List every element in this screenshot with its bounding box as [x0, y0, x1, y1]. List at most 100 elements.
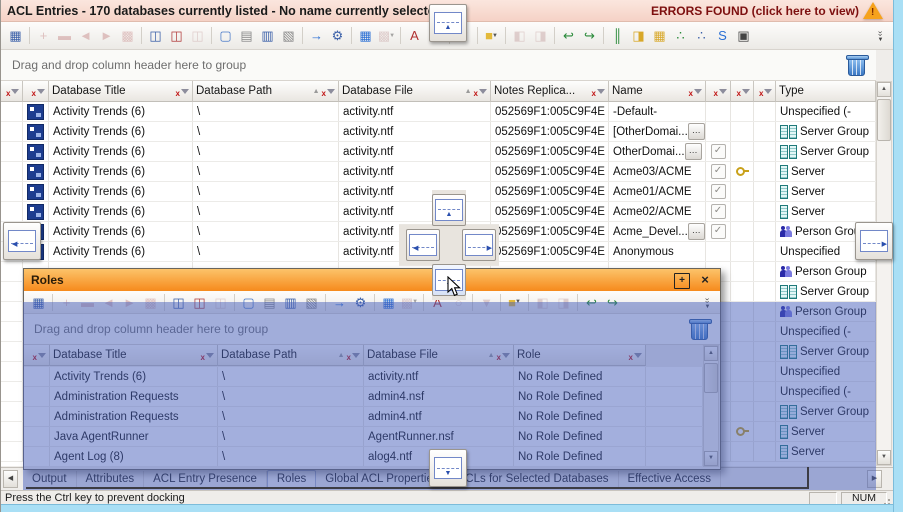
acl-entry-row[interactable]: Activity Trends (6)\activity.ntf052569F1…	[1, 102, 876, 122]
main-header-col8[interactable]: x	[731, 81, 754, 102]
scroll-thumb[interactable]	[877, 99, 891, 141]
cell-key	[731, 202, 754, 221]
cell-checkbox: ✓	[706, 162, 731, 181]
main-header-notes-replica[interactable]: Notes Replica...x	[491, 81, 609, 102]
tab-scroll-left-button[interactable]: ◀	[3, 470, 18, 488]
toggle-columns-icon[interactable]: ║	[607, 26, 628, 46]
grid-view-icon[interactable]: ▦	[355, 26, 376, 46]
main-vertical-scrollbar[interactable]: ▲ ▼	[876, 81, 892, 466]
table-properties-icon[interactable]: ▦	[5, 26, 26, 46]
dock-guide-left[interactable]: ◀	[3, 222, 41, 260]
copy-icon[interactable]: ▤	[236, 26, 257, 46]
flow-icon[interactable]: S	[712, 26, 733, 46]
checkbox-checked[interactable]: ✓	[711, 204, 726, 219]
acl-entry-row[interactable]: Activity Trends (6)\activity.ntf052569F1…	[1, 142, 876, 162]
filter-icon[interactable]: x	[592, 87, 605, 96]
org-chart-icon[interactable]: ∴	[691, 26, 712, 46]
remove-entry-icon[interactable]: ▬	[54, 26, 75, 46]
main-header-col9[interactable]: x	[754, 81, 776, 102]
warning-icon[interactable]: !	[863, 2, 883, 19]
filter-icon[interactable]: x	[737, 87, 750, 96]
expand-pane-icon[interactable]: ◧	[509, 26, 530, 46]
checkbox-checked[interactable]: ✓	[711, 224, 726, 239]
scroll-down-button[interactable]: ▼	[877, 450, 891, 465]
move-last-icon[interactable]: ►	[96, 26, 117, 46]
export-icon[interactable]: →	[306, 26, 327, 46]
pane-title: ACL Entries - 170 databases currently li…	[7, 4, 442, 18]
run-process-icon[interactable]: ⚙	[327, 26, 348, 46]
main-header-col7[interactable]: x	[706, 81, 731, 102]
funnel-icon	[694, 89, 702, 94]
filter-icon[interactable]: x	[322, 87, 335, 96]
checkbox-checked[interactable]: ✓	[711, 144, 726, 159]
export-data-icon[interactable]: ↪	[579, 26, 600, 46]
main-header-type[interactable]: Type	[776, 81, 876, 102]
selection-mode-icon[interactable]: ▢	[215, 26, 236, 46]
freeze-column-icon[interactable]: ◫	[145, 26, 166, 46]
sticky-note-icon[interactable]: ■▼	[481, 26, 502, 46]
add-entry-icon[interactable]: +	[33, 26, 54, 46]
scroll-up-button[interactable]: ▲	[877, 82, 891, 97]
ellipsis-button[interactable]: …	[688, 123, 705, 140]
highlight-column-icon[interactable]: ◫	[166, 26, 187, 46]
row-selector-cell	[1, 442, 23, 461]
dock-guide-bottom[interactable]: ▼	[429, 449, 467, 487]
app-window: ACL Entries - 170 databases currently li…	[0, 0, 903, 512]
dock-diamond-right[interactable]: ▶	[462, 229, 496, 261]
roles-title-bar[interactable]: Roles + ×	[24, 269, 720, 291]
close-button[interactable]: ×	[698, 273, 712, 287]
ellipsis-button[interactable]: …	[688, 223, 705, 240]
acl-entry-row[interactable]: Activity Trends (6)\activity.ntf052569F1…	[1, 162, 876, 182]
filter-icon[interactable]: x	[714, 87, 727, 96]
filter-icon[interactable]: x	[474, 87, 487, 96]
matrix-view-icon[interactable]: ▩▼	[376, 26, 397, 46]
main-header-database-file[interactable]: Database File▲x	[339, 81, 491, 102]
database-icon	[27, 144, 44, 160]
filter-icon[interactable]: x	[689, 87, 702, 96]
dock-diamond-up[interactable]: ▲	[432, 194, 466, 226]
find-text-icon[interactable]: A	[404, 26, 425, 46]
cell-key	[731, 142, 754, 161]
checkbox-checked[interactable]: ✓	[711, 164, 726, 179]
filter-icon[interactable]: x	[32, 87, 45, 96]
dock-guide-right[interactable]: ▶	[855, 222, 893, 260]
acl-entry-row[interactable]: Activity Trends (6)\activity.ntf052569F1…	[1, 122, 876, 142]
hide-column-icon[interactable]: ◫	[187, 26, 208, 46]
cell-name: OtherDomai...…	[609, 142, 706, 161]
new-grid-icon[interactable]: ▦	[649, 26, 670, 46]
row-selector-cell	[1, 382, 23, 401]
main-header-col1[interactable]: x	[23, 81, 49, 102]
cell-key	[731, 122, 754, 141]
move-first-icon[interactable]: ◄	[75, 26, 96, 46]
main-header-col0[interactable]: x	[1, 81, 23, 102]
maximize-button[interactable]: +	[674, 273, 690, 289]
checkbox-checked[interactable]: ✓	[711, 184, 726, 199]
copy-table-icon[interactable]: ▥	[257, 26, 278, 46]
toolbar-overflow-button[interactable]: ›› ▼	[874, 26, 887, 46]
toolbar-separator	[211, 27, 212, 44]
cell-database-title: Activity Trends (6)	[49, 242, 193, 261]
select-related-icon[interactable]: ▩	[117, 26, 138, 46]
main-header-database-path[interactable]: Database Path▲x	[193, 81, 339, 102]
hierarchy-icon[interactable]: ∴	[670, 26, 691, 46]
main-header-database-title[interactable]: Database Titlex	[49, 81, 193, 102]
filter-icon[interactable]: x	[176, 87, 189, 96]
cell-flag	[754, 202, 776, 221]
filter-icon[interactable]: x	[6, 87, 19, 96]
trash-icon[interactable]	[848, 58, 865, 76]
copy-options-icon[interactable]: ▧	[278, 26, 299, 46]
side-panel-icon[interactable]: ◨	[628, 26, 649, 46]
dock-preview-border-bottom	[26, 487, 809, 489]
row-selector-cell	[1, 342, 23, 361]
dock-guide-top[interactable]: ▲	[429, 4, 467, 42]
dock-diamond-left[interactable]: ◀	[406, 229, 440, 261]
cell-name: -Default-	[609, 102, 706, 121]
ellipsis-button[interactable]: …	[685, 143, 702, 160]
main-header-name[interactable]: Namex	[609, 81, 706, 102]
import-data-icon[interactable]: ↩	[558, 26, 579, 46]
dock-preview-border-right	[807, 467, 809, 489]
console-icon[interactable]: ▣	[733, 26, 754, 46]
collapse-pane-icon[interactable]: ◨	[530, 26, 551, 46]
errors-link[interactable]: ERRORS FOUND (click here to view)	[651, 4, 859, 18]
filter-icon[interactable]: x	[759, 87, 772, 96]
